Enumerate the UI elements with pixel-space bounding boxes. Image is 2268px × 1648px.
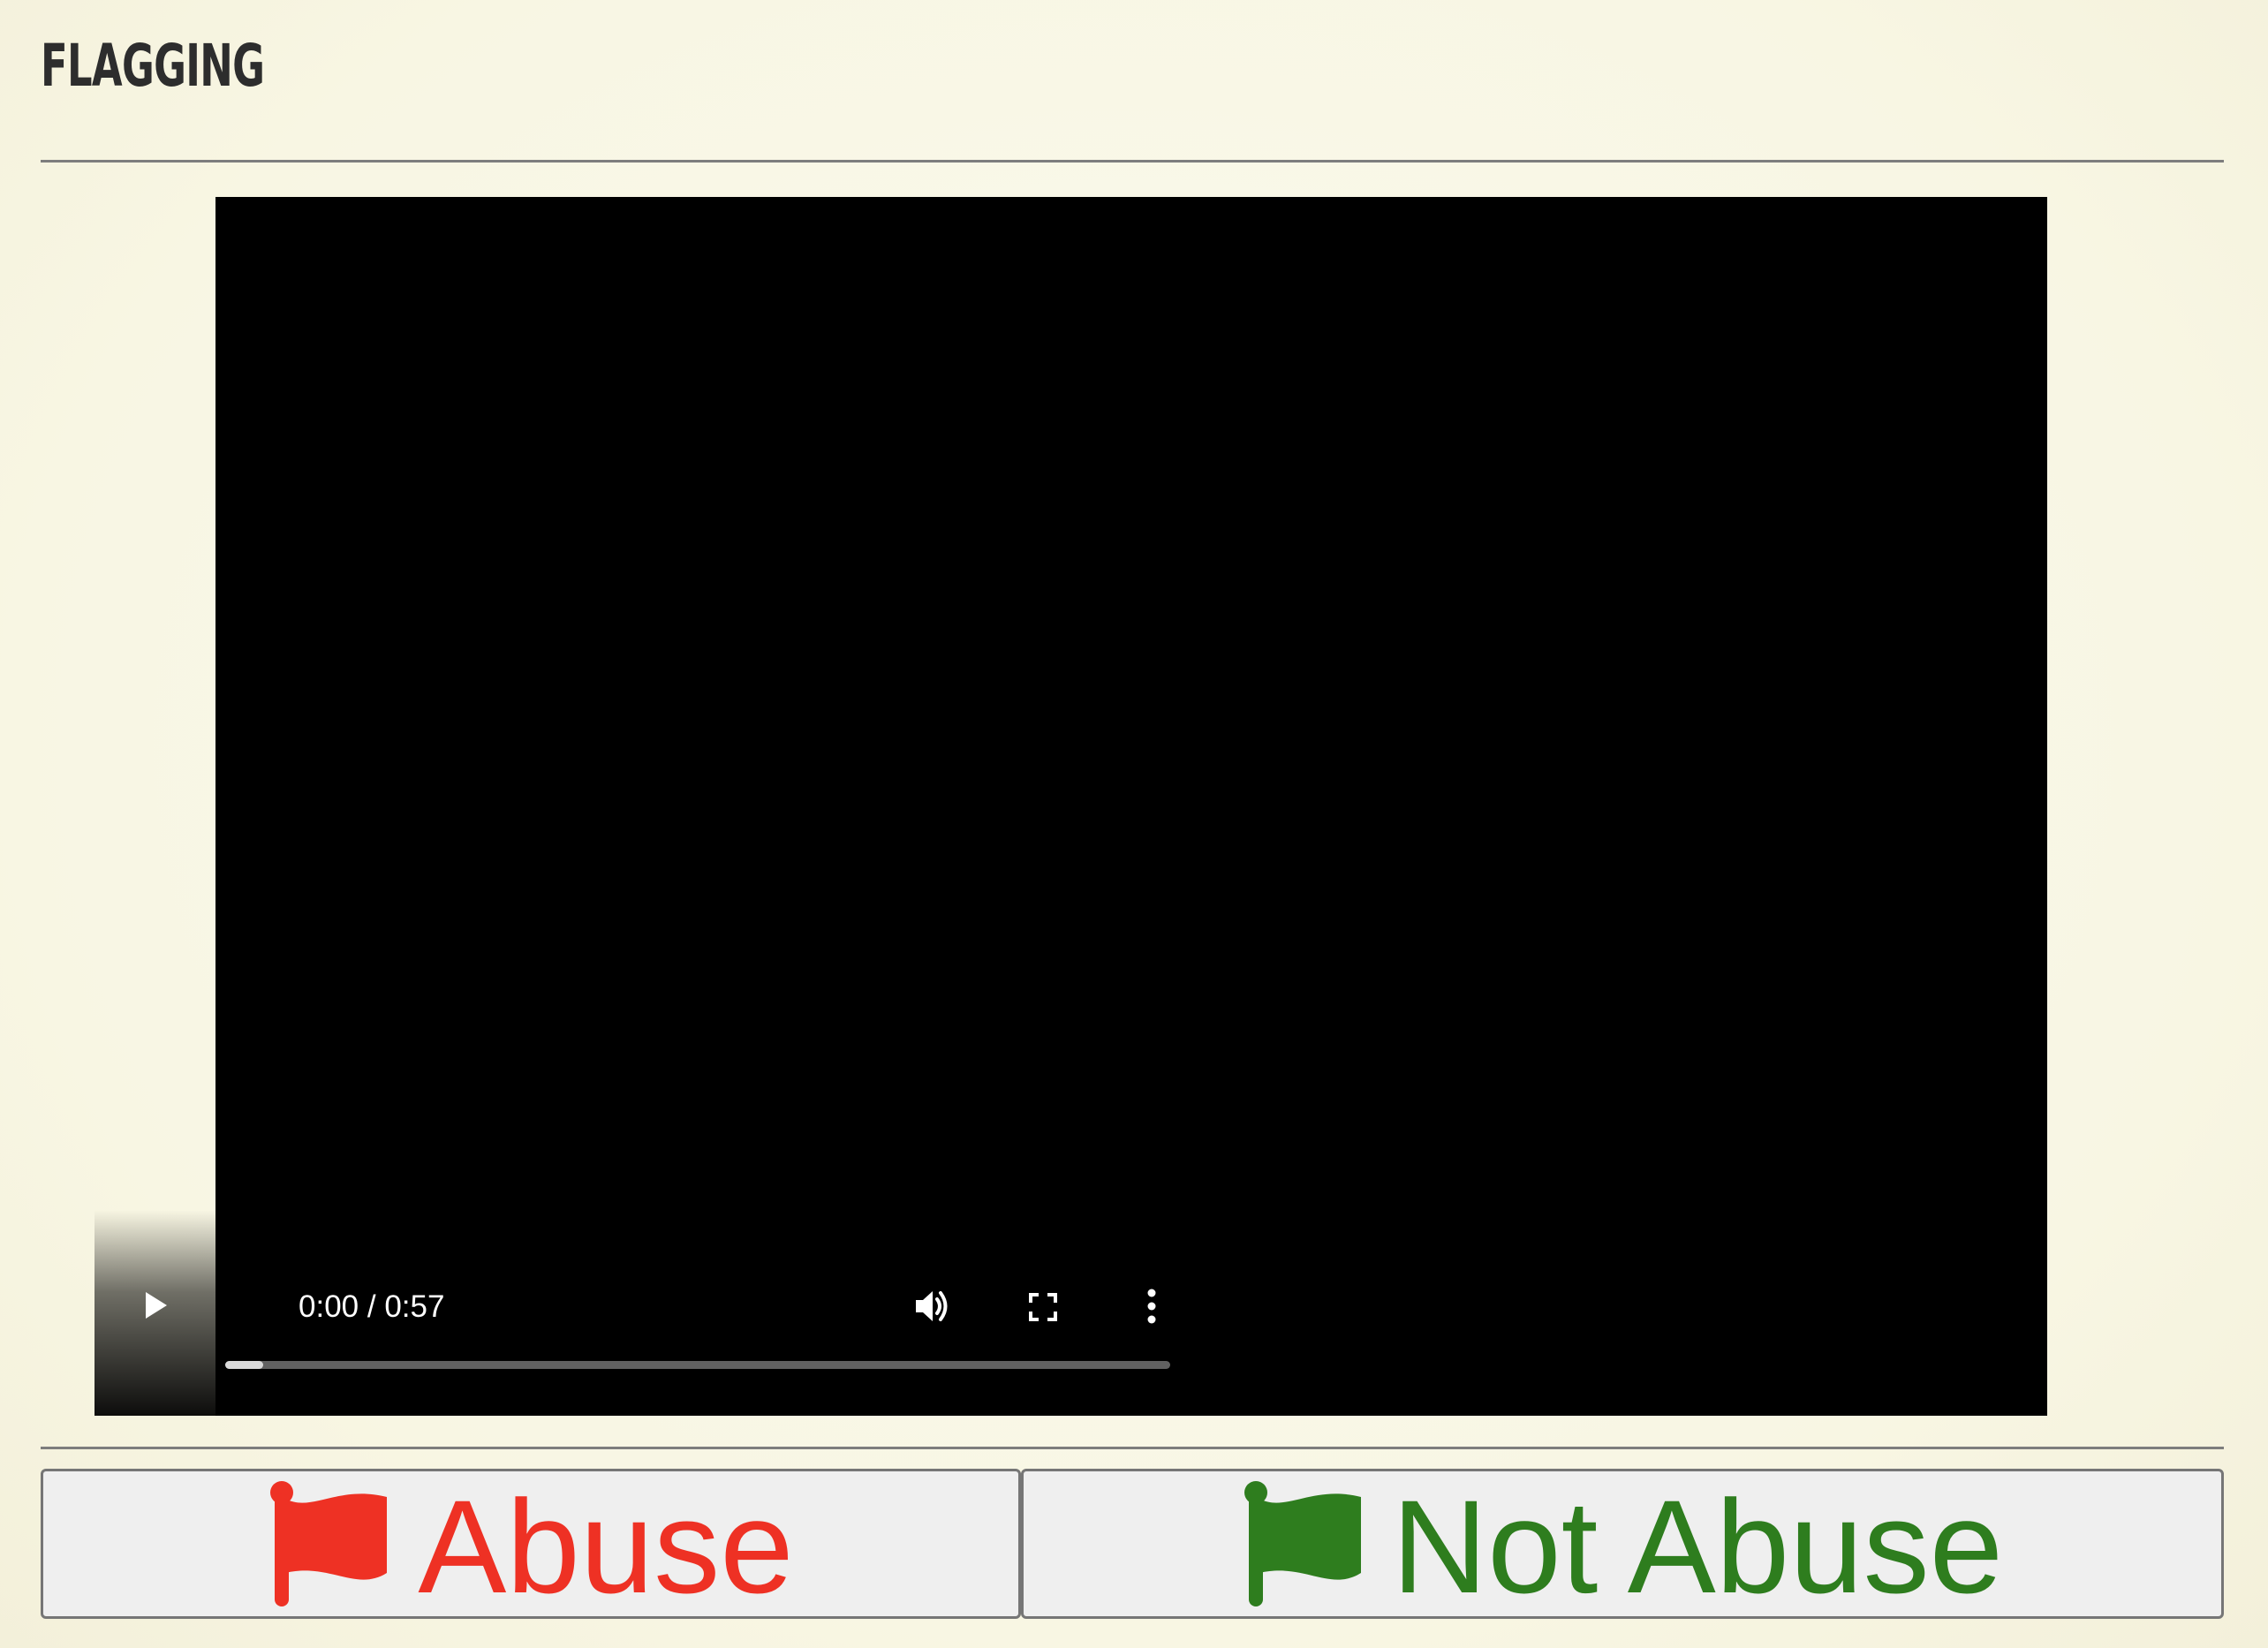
flag-icon (1244, 1481, 1361, 1606)
flagging-page: FLAGGING 0:00 / 0:57 Abuse Not Abuse (0, 0, 2268, 1648)
video-progress-bar[interactable] (225, 1361, 1170, 1369)
flag-icon (270, 1481, 388, 1606)
top-divider (41, 160, 2224, 163)
abuse-button[interactable]: Abuse (41, 1469, 1021, 1621)
bottom-divider (41, 1447, 2224, 1449)
fullscreen-icon (1029, 1293, 1057, 1321)
video-progress-fill (225, 1361, 263, 1369)
play-button[interactable] (137, 1286, 176, 1325)
more-options-button[interactable] (1137, 1286, 1167, 1327)
more-options-icon (1147, 1289, 1156, 1324)
abuse-button-label: Abuse (418, 1472, 794, 1621)
video-controls-overlay (94, 1210, 1110, 1416)
volume-button[interactable] (911, 1286, 956, 1327)
not-abuse-button-label: Not Abuse (1391, 1472, 2004, 1621)
video-controls (94, 1210, 1110, 1416)
page-title: FLAGGING (41, 32, 265, 100)
play-icon (146, 1292, 167, 1319)
fullscreen-button[interactable] (1024, 1288, 1062, 1327)
volume-icon (916, 1291, 948, 1321)
not-abuse-button[interactable]: Not Abuse (1021, 1469, 2224, 1621)
